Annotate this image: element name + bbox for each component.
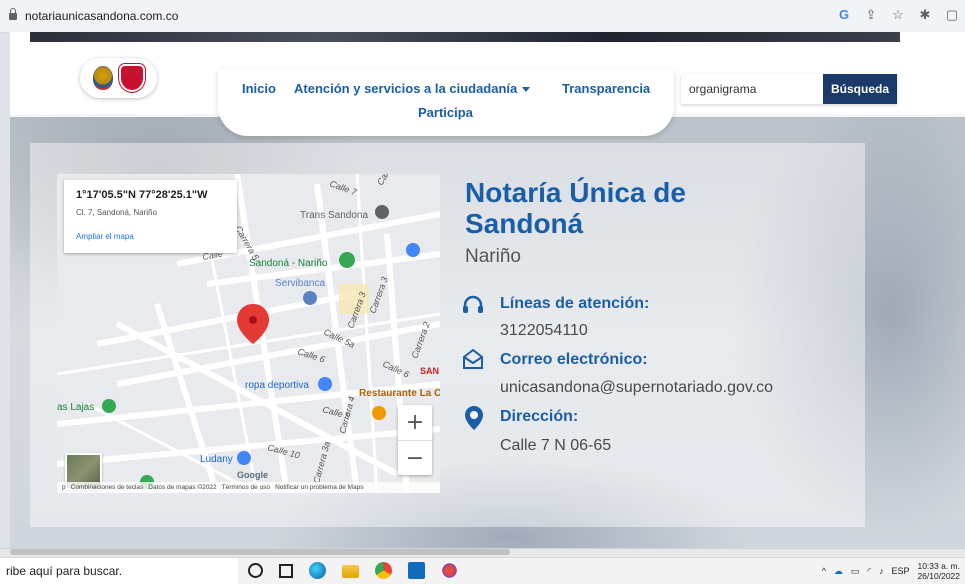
lock-icon [9, 7, 17, 20]
battery-icon[interactable]: ▭ [851, 566, 860, 577]
star-icon[interactable]: ☆ [891, 7, 905, 23]
svg-text:SAN: SAN [420, 366, 439, 376]
extensions-icon[interactable]: ✱ [918, 7, 932, 23]
chevron-down-icon [522, 87, 531, 93]
colombia-coat-of-arms-icon [92, 66, 113, 90]
volume-icon[interactable]: ♪ [879, 566, 884, 576]
zoom-out-button[interactable]: − [398, 441, 432, 476]
system-tray: ^ ☁ ▭ ◜ ♪ ESP 10:33 a. m. 26/10/2022 [822, 561, 960, 581]
map-marker-icon [465, 406, 483, 430]
clock-time: 10:33 a. m. [917, 561, 960, 571]
clock-date: 26/10/2022 [917, 571, 960, 581]
keyboard-shortcuts-link[interactable]: Combinaciones de teclas [71, 484, 144, 491]
svg-text:ropa deportiva: ropa deportiva [245, 380, 309, 391]
svg-text:Ludany: Ludany [200, 454, 233, 465]
svg-text:as Lajas: as Lajas [57, 402, 94, 413]
nav-item-inicio[interactable]: Inicio [242, 81, 276, 96]
view-larger-map-link[interactable]: Ampliar el mapa [76, 232, 134, 241]
google-logo: Google [237, 470, 268, 480]
clock[interactable]: 10:33 a. m. 26/10/2022 [917, 561, 960, 581]
share-icon[interactable]: ⇪ [864, 7, 878, 23]
language-indicator[interactable]: ESP [891, 566, 909, 576]
map-footer-prefix: p [62, 484, 66, 491]
report-problem-link[interactable]: Notificar un problema de Maps [275, 484, 364, 491]
map-zoom-controls: + − [398, 405, 432, 475]
svg-text:Trans Sandona: Trans Sandona [300, 210, 368, 221]
browser-toolbar-icons: G ⇪ ☆ ✱ ▢ [837, 7, 959, 23]
logo-badge[interactable] [80, 58, 157, 98]
search-button[interactable]: Búsqueda [823, 74, 897, 104]
headset-icon [463, 295, 483, 313]
wifi-icon[interactable]: ◜ [867, 566, 871, 577]
nav-item-transparencia[interactable]: Transparencia [562, 81, 650, 96]
url-text[interactable]: notariaunicasandona.com.co [25, 9, 178, 23]
email-label: Correo electrónico: [500, 351, 648, 368]
task-view-icon[interactable] [279, 564, 293, 578]
envelope-icon [463, 348, 483, 369]
embedded-map[interactable]: Calle 7 Carrer Calle Carrera 5 Carrera 3… [57, 174, 440, 493]
address-label: Dirección: [500, 408, 579, 425]
map-address: Cl. 7, Sandoná, Nariño [76, 208, 157, 217]
map-coordinates: 1°17'05.5"N 77°28'25.1"W [76, 189, 208, 201]
region-subtitle: Nariño [465, 246, 521, 267]
search-bar: Búsqueda [681, 74, 897, 104]
zoom-in-button[interactable]: + [398, 405, 432, 441]
svg-text:Servibanca: Servibanca [275, 278, 325, 289]
notary-info-card: Calle 7 Carrer Calle Carrera 5 Carrera 3… [30, 143, 865, 527]
address-value: Calle 7 N 06-65 [500, 437, 612, 454]
phone-value[interactable]: 3122054110 [500, 322, 588, 340]
svg-text:Sandoná - Nariño: Sandoná - Nariño [249, 258, 328, 269]
paint-icon[interactable] [441, 562, 458, 579]
email-value[interactable]: unicasandona@supernotariado.gov.co [500, 379, 773, 397]
edge-icon[interactable] [309, 562, 326, 579]
web-page: Inicio Atención y servicios a la ciudada… [10, 32, 965, 548]
horizontal-scrollbar-thumb[interactable] [10, 549, 510, 555]
page-title: Notaría Única de Sandoná [465, 177, 686, 239]
chevron-up-icon[interactable]: ^ [822, 566, 826, 576]
map-info-box: 1°17'05.5"N 77°28'25.1"W Cl. 7, Sandoná,… [64, 180, 237, 253]
onedrive-icon[interactable]: ☁ [834, 566, 843, 577]
google-icon[interactable]: G [837, 7, 851, 23]
taskbar-apps [248, 562, 458, 579]
windows-taskbar: ribe aquí para buscar. ^ ☁ ▭ ◜ ♪ ESP 10:… [0, 557, 965, 584]
cortana-icon[interactable] [248, 563, 263, 578]
svg-text:Restaurante La C: Restaurante La C [359, 388, 440, 399]
map-footer: p Combinaciones de teclas Datos de mapas ©… [57, 482, 440, 493]
main-navigation: Inicio Atención y servicios a la ciudada… [218, 69, 674, 136]
outlook-icon[interactable] [408, 562, 425, 579]
supernotariado-shield-icon [118, 64, 145, 92]
nav-item-atencion[interactable]: Atención y servicios a la ciudadanía [294, 81, 531, 96]
sidebar-icon[interactable]: ▢ [945, 7, 959, 23]
browser-address-bar[interactable]: notariaunicasandona.com.co G ⇪ ☆ ✱ ▢ [0, 0, 965, 33]
hero-image-strip [30, 32, 900, 42]
nav-item-participa[interactable]: Participa [418, 105, 473, 120]
nav-item-atencion-label: Atención y servicios a la ciudadanía [294, 81, 518, 96]
chrome-icon[interactable] [375, 562, 392, 579]
search-input[interactable] [681, 74, 823, 104]
file-explorer-icon[interactable] [342, 565, 359, 578]
map-data-text: Datos de mapas ©2022 [148, 484, 217, 491]
terms-link[interactable]: Términos de uso [222, 484, 270, 491]
phone-label: Líneas de atención: [500, 295, 650, 312]
taskbar-search[interactable]: ribe aquí para buscar. [0, 558, 238, 584]
